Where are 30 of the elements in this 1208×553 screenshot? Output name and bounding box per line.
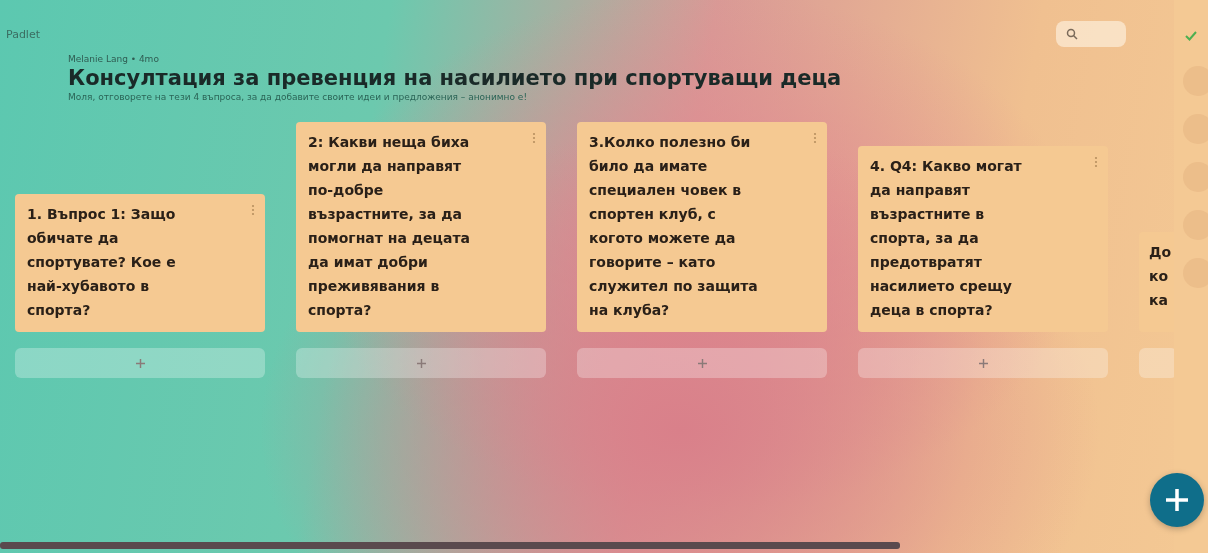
add-button[interactable] [1150,473,1204,527]
column-title: 3.Колко полезно би било да имате специален човек в спортен клуб, с когото можете да говорите – като служител по защита на клуба? [589,133,759,320]
column-title-fragment: ко [1149,267,1170,286]
add-post-button[interactable] [858,348,1108,378]
plus-icon [1166,489,1188,511]
plus-icon [416,358,426,368]
author-line: Melanie Lang • 4mo [68,54,160,64]
plus-icon [978,358,988,368]
board-description: Моля, отговорете на тези 4 въпроса, за да добавите своите идеи и предложения – анонимно е! [68,92,528,102]
board-title: Консултация за превенция на насилието при спортуващи деца [68,66,843,90]
column-title: 2: Какви неща биха могли да направят по-добре възрастните, за да помогнат на децата да имат добри преживявания в спорта? [308,133,471,320]
column-title: 1. Въпрос 1: Защо обичате да спортувате? Кое е най-хубавото в спорта? [27,205,177,320]
more-icon[interactable] [532,132,536,144]
more-icon[interactable] [813,132,817,144]
add-post-button[interactable] [577,348,827,378]
plus-icon [697,358,707,368]
more-icon[interactable] [251,204,255,216]
plus-icon [135,358,145,368]
column-title-fragment: ка [1149,291,1169,310]
add-post-button[interactable] [15,348,265,378]
scrollbar[interactable] [0,542,900,549]
search-icon [1066,28,1078,40]
more-icon[interactable] [1094,156,1098,168]
column-header-card[interactable]: До ко ка [1139,232,1174,332]
column-title: 4. Q4: Какво могат да направят възрастните в спорта, за да предотвратят насилието срещу деца в спорта? [870,157,1023,320]
add-post-button[interactable] [296,348,546,378]
column-title-fragment: До [1149,243,1173,262]
search-button[interactable] [1056,21,1126,47]
add-post-button[interactable] [1139,348,1174,378]
check-icon [1185,30,1197,42]
